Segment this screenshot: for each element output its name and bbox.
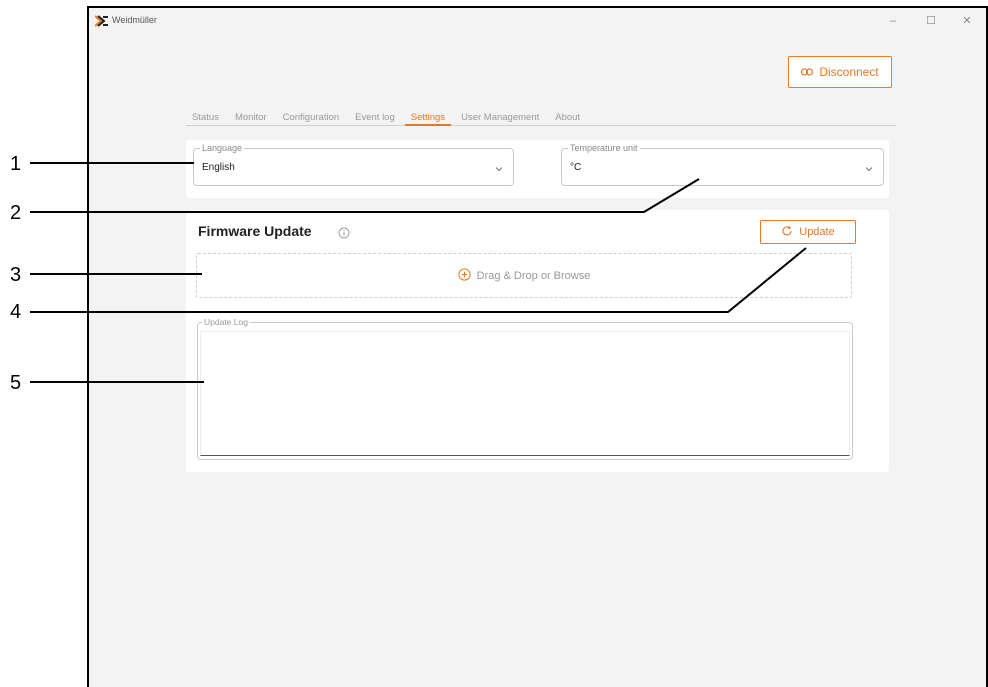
tab-event-log[interactable]: Event log <box>349 112 401 125</box>
update-log-textarea[interactable] <box>200 331 850 456</box>
language-select[interactable]: Language English <box>193 143 514 186</box>
tab-bar: Status Monitor Configuration Event log S… <box>186 112 896 126</box>
general-settings-card: Language English Temperature unit °C <box>186 140 889 198</box>
title-bar: Weidmüller – ☐ ✕ <box>89 8 986 36</box>
disconnect-button[interactable]: Disconnect <box>788 56 892 88</box>
dropzone-label: Drag & Drop or Browse <box>476 269 591 282</box>
tab-monitor[interactable]: Monitor <box>229 112 273 125</box>
update-label: Update <box>799 226 835 238</box>
weidmuller-logo-icon <box>94 14 108 27</box>
tab-settings[interactable]: Settings <box>404 112 452 126</box>
temperature-unit-label: Temperature unit <box>568 143 640 154</box>
tab-status[interactable]: Status <box>186 112 225 125</box>
firmware-update-title: Firmware Update <box>198 223 312 239</box>
link-broken-icon <box>801 65 814 79</box>
callout-3: 3 <box>10 264 22 286</box>
temperature-unit-value: °C <box>570 162 582 173</box>
callout-5: 5 <box>10 372 22 394</box>
temperature-unit-select[interactable]: Temperature unit °C <box>561 143 884 186</box>
callout-2: 2 <box>10 202 22 224</box>
language-label: Language <box>200 143 245 154</box>
minimize-button[interactable]: – <box>883 12 903 30</box>
close-button[interactable]: ✕ <box>957 12 977 30</box>
update-log-label: Update Log <box>202 317 250 328</box>
chevron-down-icon <box>864 161 874 172</box>
tab-configuration[interactable]: Configuration <box>277 112 346 125</box>
info-circle-icon[interactable] <box>338 226 350 239</box>
firmware-dropzone[interactable]: Drag & Drop or Browse <box>196 253 852 298</box>
callout-4: 4 <box>10 301 22 323</box>
maximize-button[interactable]: ☐ <box>921 12 941 30</box>
firmware-update-card: Firmware Update Update Drag & Drop or Br… <box>186 210 889 472</box>
disconnect-label: Disconnect <box>819 65 879 79</box>
refresh-icon <box>781 225 793 240</box>
update-log: Update Log <box>197 317 853 460</box>
language-value: English <box>202 162 235 173</box>
update-button[interactable]: Update <box>760 220 856 244</box>
plus-circle-icon <box>458 267 471 284</box>
app-name: Weidmüller <box>112 15 157 25</box>
callout-1: 1 <box>10 153 22 175</box>
chevron-down-icon <box>494 161 504 172</box>
app-window: Weidmüller – ☐ ✕ Disconnect Status Monit… <box>87 6 988 687</box>
tab-user-management[interactable]: User Management <box>455 112 545 125</box>
brand: Weidmüller <box>94 14 157 27</box>
tab-about[interactable]: About <box>549 112 586 125</box>
